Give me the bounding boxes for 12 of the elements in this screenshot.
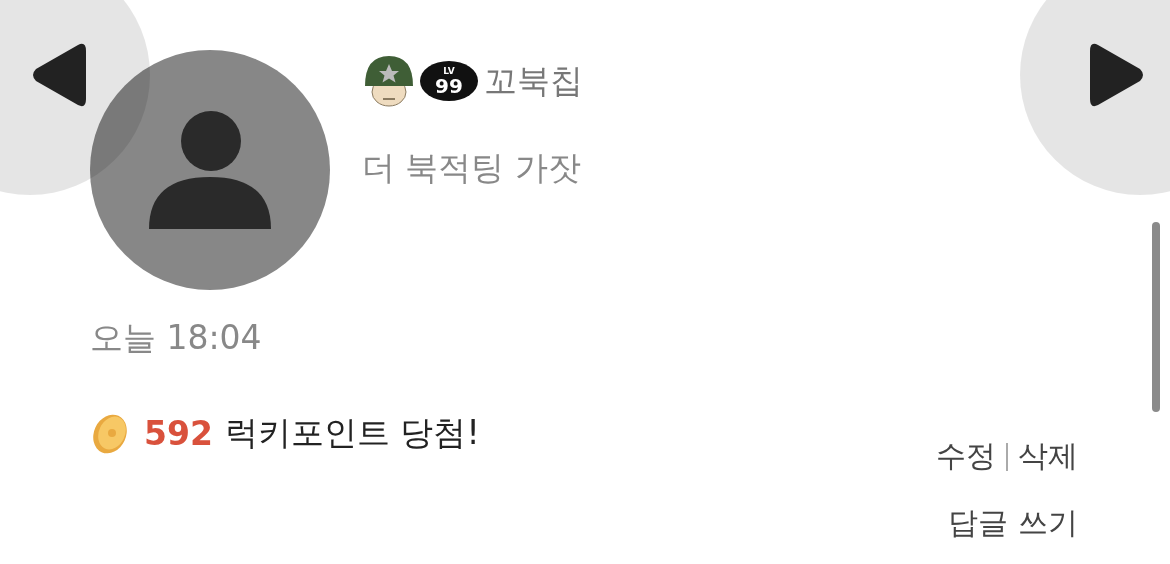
delete-link[interactable]: 삭제 — [1018, 436, 1078, 477]
edit-link[interactable]: 수정 — [936, 436, 996, 477]
timestamp: 오늘 18:04 — [90, 317, 263, 359]
person-icon — [149, 111, 271, 229]
scrollbar[interactable] — [1152, 222, 1160, 412]
reply-link[interactable]: 답글 쓰기 — [948, 503, 1078, 544]
helmet-icon — [362, 54, 416, 108]
user-name: 꼬북칩 — [484, 59, 583, 102]
status-message: 더 북적팅 가잣 — [362, 147, 582, 189]
level-badge: LV 99 — [420, 61, 478, 101]
reward-message: 럭키포인트 당첨! — [224, 412, 480, 454]
point-count: 592 — [144, 414, 213, 453]
